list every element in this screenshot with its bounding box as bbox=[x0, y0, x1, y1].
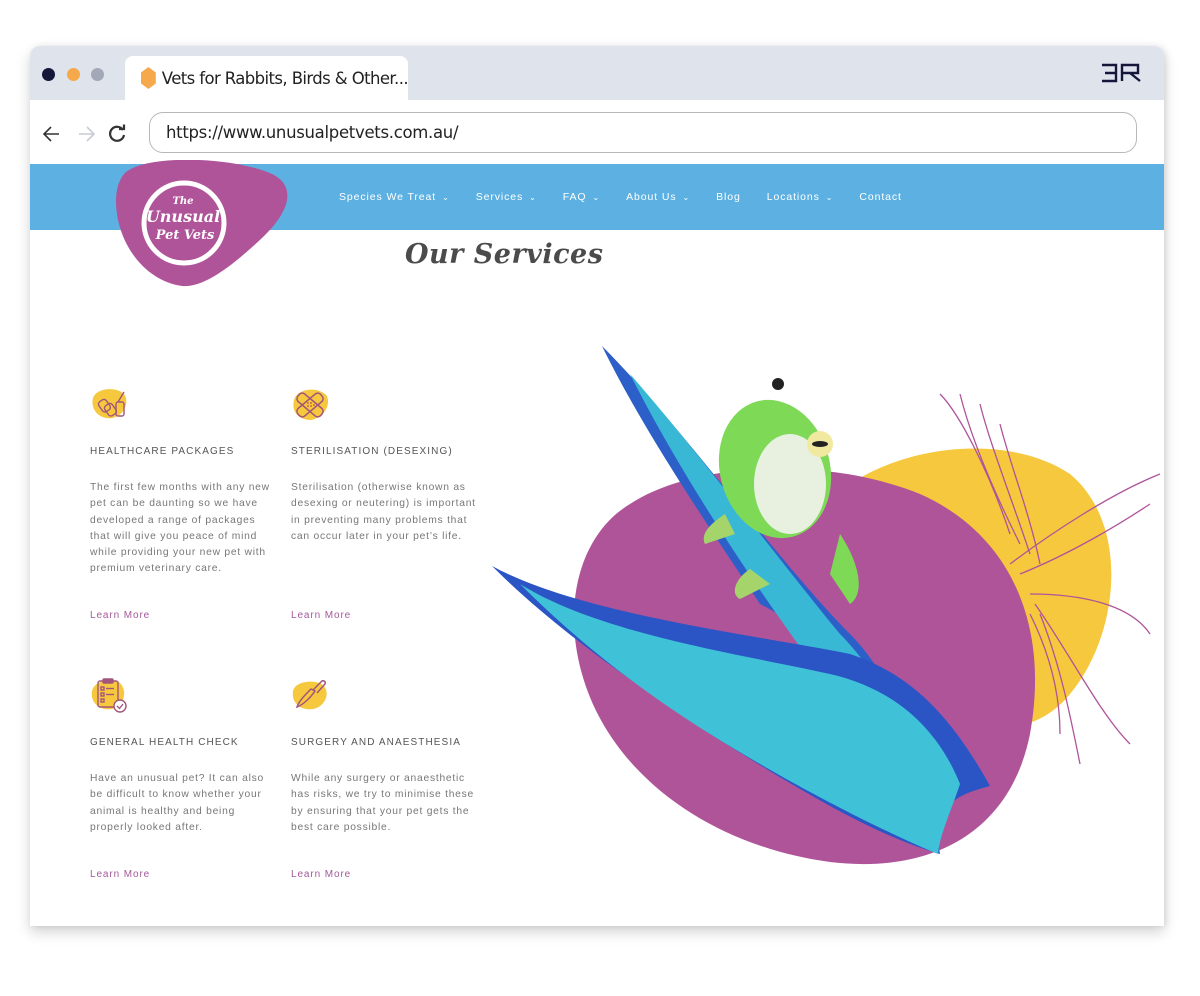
favicon-hexagon-icon bbox=[141, 67, 156, 89]
chevron-down-icon: ⌄ bbox=[825, 192, 834, 202]
service-card-surgery: SURGERY AND ANAESTHESIA While any surger… bbox=[291, 677, 481, 917]
service-title: SURGERY AND ANAESTHESIA bbox=[291, 737, 461, 748]
learn-more-link[interactable]: Learn More bbox=[90, 869, 150, 880]
service-description: The first few months with any new pet ca… bbox=[90, 482, 270, 575]
service-card-healthcare-packages: HEALTHCARE PACKAGES The first few months… bbox=[90, 386, 280, 626]
close-window-button[interactable] bbox=[42, 68, 55, 81]
service-card-sterilisation: STERILISATION (DESEXING) Sterilisation (… bbox=[291, 386, 481, 626]
nav-label: About Us bbox=[626, 191, 677, 203]
logo-line-unusual: Unusual bbox=[145, 207, 221, 226]
service-title: GENERAL HEALTH CHECK bbox=[90, 737, 239, 748]
main-menu: Species We Treat ⌄ Services ⌄ FAQ ⌄ About U… bbox=[339, 164, 928, 230]
tab-title: Vets for Rabbits, Birds & Other... bbox=[161, 68, 409, 88]
nav-about-us[interactable]: About Us ⌄ bbox=[626, 191, 690, 203]
address-bar-row: https://www.unusualpetvets.com.au/ bbox=[30, 100, 1164, 164]
minimize-window-button[interactable] bbox=[67, 68, 80, 81]
nav-label: Services bbox=[475, 191, 524, 203]
clipboard-check-icon bbox=[91, 678, 127, 713]
service-description: Sterilisation (otherwise known as desexi… bbox=[291, 482, 476, 542]
maximize-window-button[interactable] bbox=[91, 68, 104, 81]
logo-line-the: The bbox=[172, 196, 194, 207]
forward-arrow-icon[interactable] bbox=[76, 123, 98, 145]
nav-label: Blog bbox=[716, 191, 741, 203]
reload-icon[interactable] bbox=[106, 123, 128, 145]
chevron-down-icon: ⌄ bbox=[529, 192, 537, 202]
website-viewport: Species We Treat ⌄ Services ⌄ FAQ ⌄ About U… bbox=[30, 159, 1164, 926]
nav-species-we-treat[interactable]: Species We Treat ⌄ bbox=[339, 191, 450, 203]
hero-illustration bbox=[492, 346, 1161, 865]
medicine-package-icon bbox=[92, 389, 127, 419]
service-title: STERILISATION (DESEXING) bbox=[291, 446, 453, 457]
logo-line-pet-vets: Pet Vets bbox=[155, 228, 215, 243]
url-text: https://www.unusualpetvets.com.au/ bbox=[166, 123, 459, 142]
nav-label: Species We Treat bbox=[339, 191, 437, 203]
tab-strip: Vets for Rabbits, Birds & Other... bbox=[30, 46, 1164, 100]
chevron-down-icon: ⌄ bbox=[682, 192, 691, 202]
nav-services[interactable]: Services ⌄ bbox=[476, 191, 537, 203]
service-description: While any surgery or anaesthetic has ris… bbox=[291, 773, 475, 833]
learn-more-link[interactable]: Learn More bbox=[291, 610, 351, 621]
bandage-icon bbox=[293, 389, 329, 420]
nav-contact[interactable]: Contact bbox=[859, 191, 902, 203]
back-arrow-icon[interactable] bbox=[40, 123, 62, 145]
service-description: Have an unusual pet? It can also be diff… bbox=[90, 773, 264, 833]
nav-label: Contact bbox=[859, 191, 902, 203]
section-title: Our Services bbox=[405, 239, 604, 270]
brand-logo-icon bbox=[1102, 63, 1141, 83]
chevron-down-icon: ⌄ bbox=[442, 192, 450, 202]
chevron-down-icon: ⌄ bbox=[592, 192, 601, 202]
service-card-general-health-check: GENERAL HEALTH CHECK Have an unusual pet… bbox=[90, 677, 280, 917]
nav-label: FAQ bbox=[562, 191, 587, 203]
service-title: HEALTHCARE PACKAGES bbox=[90, 446, 235, 457]
nav-label: Locations bbox=[766, 191, 820, 203]
browser-window: Vets for Rabbits, Birds & Other... https… bbox=[30, 46, 1164, 926]
nav-locations[interactable]: Locations ⌄ bbox=[767, 191, 834, 203]
nav-blog[interactable]: Blog bbox=[716, 191, 741, 203]
site-logo[interactable]: The Unusual Pet Vets bbox=[112, 159, 290, 290]
learn-more-link[interactable]: Learn More bbox=[90, 610, 150, 621]
url-input[interactable]: https://www.unusualpetvets.com.au/ bbox=[149, 112, 1137, 153]
browser-tab-active[interactable]: Vets for Rabbits, Birds & Other... bbox=[125, 56, 409, 100]
learn-more-link[interactable]: Learn More bbox=[291, 869, 351, 880]
nav-faq[interactable]: FAQ ⌄ bbox=[563, 191, 600, 203]
scalpel-icon bbox=[292, 680, 327, 710]
